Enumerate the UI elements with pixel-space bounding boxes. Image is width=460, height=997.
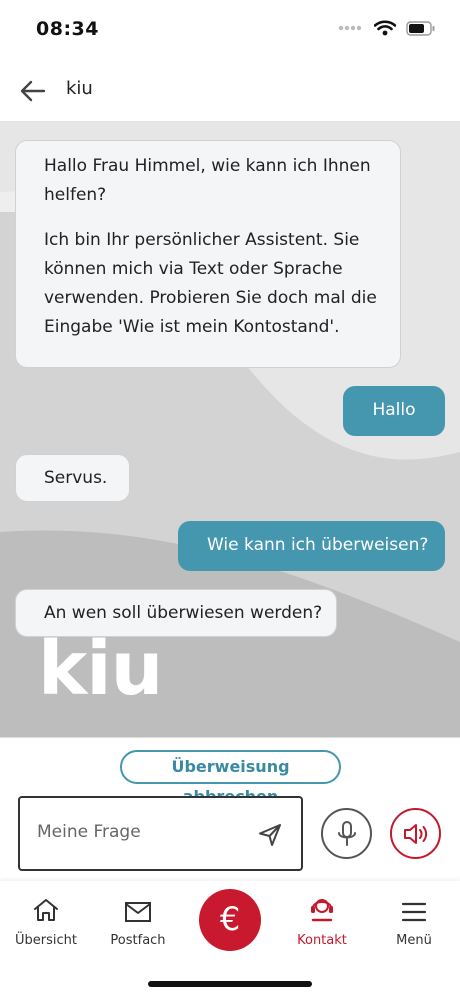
user-message: Hallo bbox=[343, 386, 445, 436]
message-text: Ich bin Ihr persönlicher Assistent. Sie … bbox=[44, 230, 377, 337]
microphone-icon bbox=[337, 820, 356, 846]
home-indicator bbox=[148, 981, 312, 987]
home-icon bbox=[34, 899, 58, 921]
page-title: kiu bbox=[66, 78, 93, 99]
kiu-watermark-logo: kiu bbox=[38, 626, 163, 712]
message-text: Hallo bbox=[372, 400, 416, 420]
bot-message: Hallo Frau Himmel, wie kann ich Ihnen he… bbox=[15, 140, 401, 368]
arrow-left-icon[interactable] bbox=[18, 76, 48, 106]
microphone-button[interactable] bbox=[321, 808, 372, 859]
question-input[interactable]: Meine Frage bbox=[18, 796, 303, 871]
euro-icon[interactable]: € bbox=[199, 889, 261, 951]
chat-area[interactable]: kiu Hallo Frau Himmel, wie kann ich Ihne… bbox=[0, 122, 460, 737]
tab-overview[interactable]: Übersicht bbox=[0, 895, 92, 948]
status-time: 08:34 bbox=[36, 18, 99, 40]
message-text: Wie kann ich überweisen? bbox=[207, 535, 429, 555]
user-message: Wie kann ich überweisen? bbox=[178, 521, 445, 571]
speaker-button[interactable] bbox=[390, 808, 441, 859]
tab-bar: Übersicht Postfach € Kontakt Menü bbox=[0, 881, 460, 997]
cancel-transfer-button[interactable]: Überweisung abbrechen bbox=[120, 750, 341, 806]
message-text: Servus. bbox=[44, 468, 108, 488]
message-text: Hallo Frau Himmel, wie kann ich Ihnen he… bbox=[44, 156, 371, 205]
tab-label: Postfach bbox=[110, 933, 166, 948]
tab-label: Übersicht bbox=[15, 933, 77, 948]
status-icons bbox=[338, 20, 436, 36]
tab-menu[interactable]: Menü bbox=[368, 895, 460, 948]
tab-label: Kontakt bbox=[297, 933, 347, 948]
bot-message: Servus. bbox=[15, 454, 130, 502]
tab-inbox[interactable]: Postfach bbox=[92, 895, 184, 948]
signal-icon bbox=[338, 25, 362, 31]
wifi-icon bbox=[374, 20, 396, 36]
input-placeholder: Meine Frage bbox=[37, 822, 141, 842]
bot-message: An wen soll überwiesen werden? bbox=[15, 589, 337, 637]
send-icon[interactable] bbox=[257, 822, 283, 848]
message-text: An wen soll überwiesen werden? bbox=[44, 603, 323, 623]
tab-contact[interactable]: Kontakt bbox=[276, 895, 368, 948]
menu-icon bbox=[401, 902, 427, 922]
chat-header: kiu bbox=[0, 60, 460, 122]
status-bar: 08:34 bbox=[0, 0, 460, 60]
tab-label: Menü bbox=[396, 933, 432, 948]
mail-icon bbox=[125, 902, 151, 922]
contact-icon bbox=[311, 899, 333, 922]
composer-area: Überweisung abbrechen Meine Frage bbox=[0, 737, 460, 881]
battery-icon bbox=[406, 20, 435, 36]
speaker-icon bbox=[403, 823, 427, 844]
